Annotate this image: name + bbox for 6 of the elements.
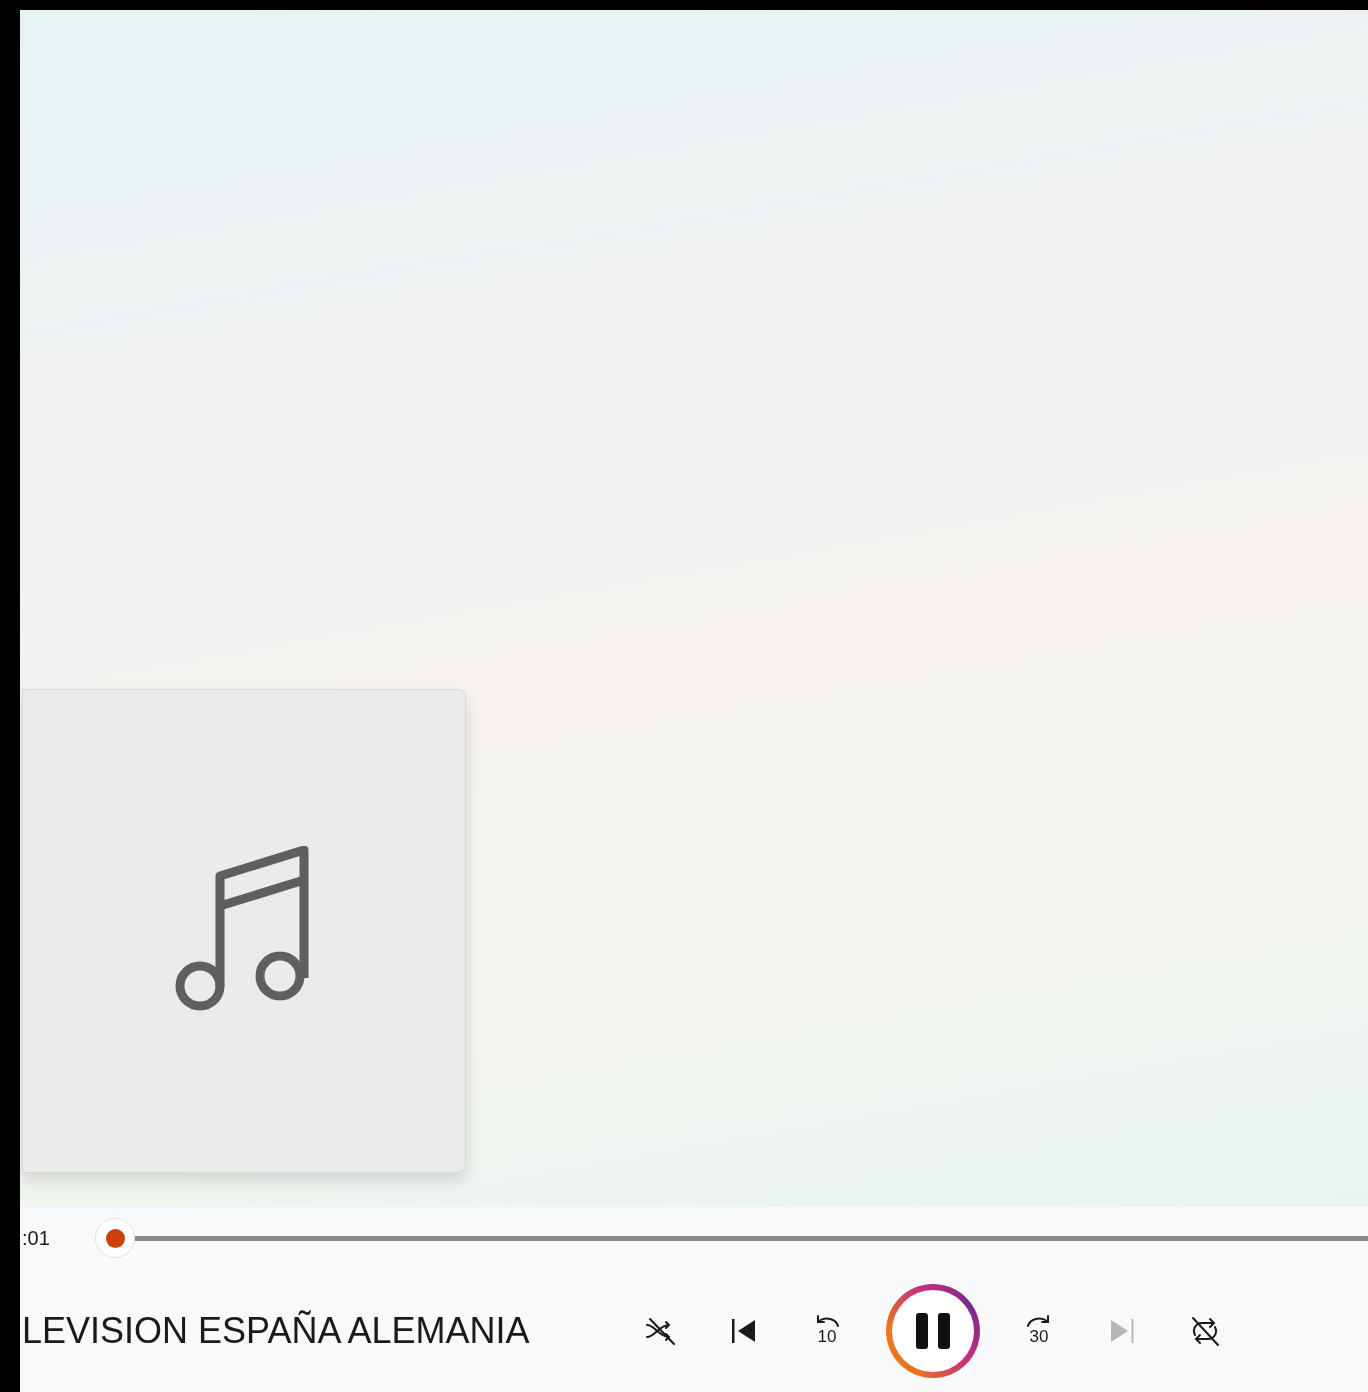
elapsed-time: :01 (22, 1226, 51, 1251)
back-button[interactable]: 10 (803, 1306, 851, 1355)
forward-button[interactable]: 30 (1015, 1306, 1063, 1355)
progress-thumb[interactable] (95, 1218, 135, 1258)
pause-icon (914, 1311, 952, 1350)
track-title: LEVISION ESPAÑA ALEMANIA (22, 1308, 531, 1353)
